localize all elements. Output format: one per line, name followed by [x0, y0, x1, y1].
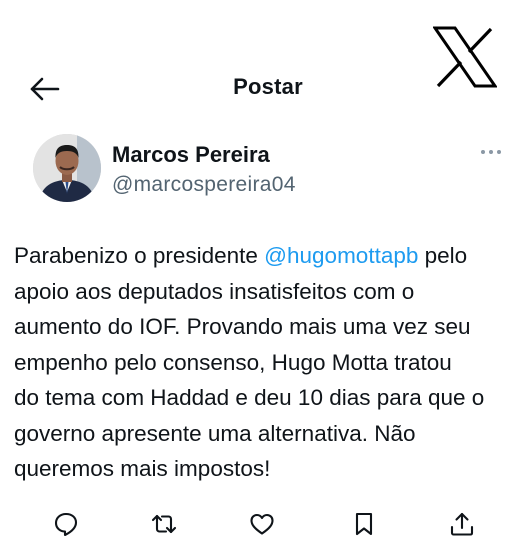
post-line: empenho pelo consenso, Hugo Motta tratou [14, 349, 452, 375]
author-name[interactable]: Marcos Pereira [112, 142, 270, 168]
share-button[interactable] [448, 510, 478, 540]
bookmark-button[interactable] [350, 510, 380, 540]
reply-icon [54, 512, 78, 537]
author-handle[interactable]: @marcospereira04 [112, 173, 296, 197]
like-button[interactable] [248, 510, 278, 540]
post-line: governo apresente uma alternativa. Não [14, 420, 416, 446]
post-line: Parabenizo o presidente @hugomottapb pel… [14, 238, 514, 274]
bookmark-icon [355, 512, 373, 536]
repost-button[interactable] [150, 510, 180, 540]
more-options-icon[interactable] [478, 145, 504, 159]
post-text-suffix: pelo [418, 243, 468, 268]
share-icon [450, 512, 474, 536]
like-icon [250, 513, 274, 535]
post-line: apoio aos deputados insatisfeitos com o [14, 278, 415, 304]
avatar-photo [33, 134, 101, 202]
post-line: aumento do IOF. Provando mais uma vez se… [14, 314, 471, 339]
mention-link[interactable]: @hugomottapb [264, 243, 418, 268]
post-line: queremos mais impostos! [14, 456, 271, 481]
page-title: Postar [233, 74, 303, 99]
reply-button[interactable] [52, 510, 82, 540]
post-text: Parabenizo o presidente @hugomottapb pel… [14, 238, 514, 487]
avatar[interactable] [33, 134, 101, 202]
action-bar [0, 510, 520, 546]
repost-icon [151, 514, 177, 534]
post-line: do tema com Haddad e deu 10 dias para qu… [14, 385, 485, 410]
post-text-prefix: Parabenizo o presidente [14, 243, 265, 268]
